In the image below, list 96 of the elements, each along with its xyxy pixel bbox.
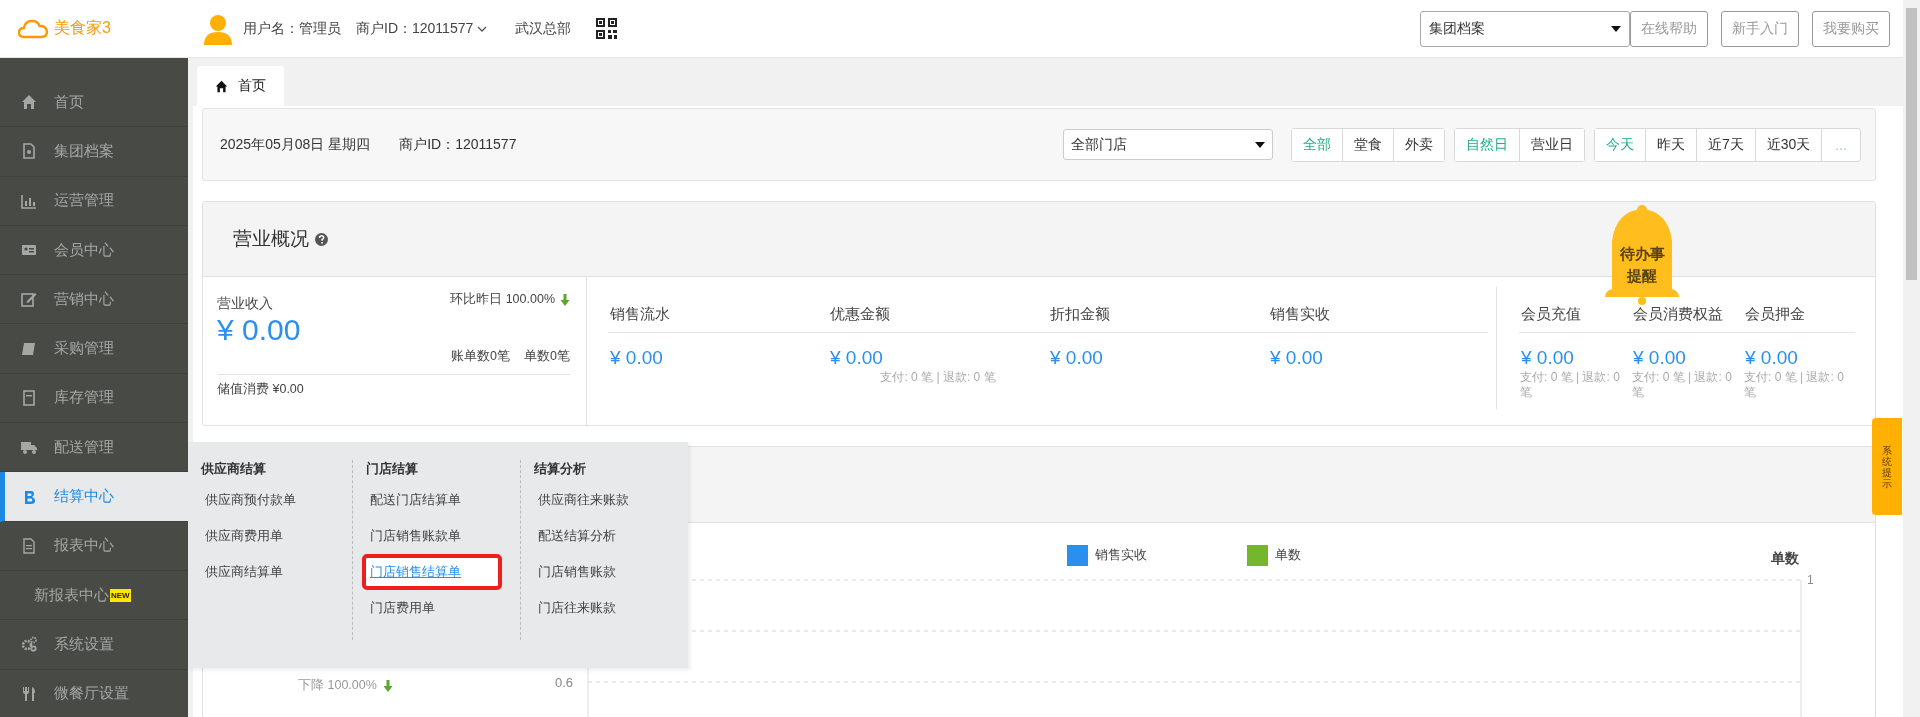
sidebar-label: 集团档案	[54, 141, 114, 161]
segment-option[interactable]: 营业日	[1518, 128, 1584, 161]
revenue-value: ¥ 0.00	[217, 313, 302, 347]
stored-value-text: 储值消费 ¥0.00	[217, 381, 305, 398]
menu-item[interactable]: 门店销售账款	[530, 554, 670, 590]
header-button[interactable]: 我要购买	[1812, 10, 1890, 47]
book-icon	[21, 340, 37, 357]
metric-label: 会员充值	[1521, 305, 1581, 324]
menu-item[interactable]: 供应商往来账款	[530, 482, 670, 518]
sidebar-label: 结算中心	[54, 487, 114, 506]
sidebar-label: 采购管理	[54, 339, 114, 359]
sidebar-label: 配送管理	[54, 437, 114, 457]
menu-heading: 结算分析	[534, 460, 587, 478]
merchant-id-dropdown[interactable]: 商户ID：12011577	[356, 19, 488, 38]
menu-item[interactable]: 门店销售结算单	[362, 554, 502, 590]
metric-note: 支付: 0 笔 | 退款: 0 笔	[1519, 370, 1621, 400]
metric-value: ¥ 0.00	[1520, 347, 1575, 369]
change-text: 下降 100.00%	[298, 677, 377, 694]
metric-label: 折扣金额	[1050, 305, 1110, 324]
document-icon	[21, 389, 37, 406]
metric-value: ¥ 0.00	[1049, 347, 1104, 369]
sidebar-label: 运营管理	[54, 191, 114, 211]
order-count: 单数0笔	[524, 348, 570, 365]
username-label: 用户名：管理员	[243, 19, 341, 38]
page-tab[interactable]: 首页	[197, 66, 284, 106]
store-select[interactable]: 全部门店	[1062, 129, 1273, 160]
header-button[interactable]: 在线帮助	[1630, 10, 1708, 47]
user-avatar-icon	[203, 12, 233, 45]
archive-select[interactable]: 集团档案	[1420, 10, 1630, 47]
metric-label: 优惠金额	[830, 305, 890, 324]
sidebar-label: 会员中心	[54, 240, 114, 260]
metric-value: ¥ 0.00	[609, 347, 664, 369]
edit-icon	[21, 291, 37, 308]
segment-option[interactable]: 外卖	[1392, 128, 1444, 161]
sidebar-label: 库存管理	[54, 388, 114, 408]
caret-down-icon	[1254, 141, 1265, 148]
metric-note: 支付: 0 笔 | 退款: 0 笔	[1743, 370, 1845, 400]
sidebar-label: 营销中心	[54, 289, 114, 309]
app-logo-text: 美食家3	[54, 18, 111, 38]
home-icon	[21, 94, 37, 111]
truck-icon	[21, 439, 37, 456]
sidebar-label: 报表中心	[54, 536, 114, 556]
sidebar-label: 系统设置	[54, 634, 114, 654]
new-badge: NEW	[110, 588, 131, 602]
menu-item[interactable]: 供应商结算单	[197, 554, 337, 590]
menu-item[interactable]: 供应商预付款单	[197, 482, 337, 518]
panel-title: 营业概况	[233, 227, 309, 251]
sidebar-label: 首页	[54, 92, 84, 112]
home-icon	[215, 79, 228, 93]
utensils-icon	[21, 685, 37, 702]
down-arrow-icon	[560, 293, 570, 306]
sidebar-label: 新报表中心	[33, 585, 109, 605]
bar-chart-icon	[21, 192, 37, 209]
axis-tick: 1	[1807, 573, 1814, 587]
metric-label: 会员押金	[1745, 305, 1805, 324]
bill-count: 账单数0笔	[451, 348, 511, 365]
caret-down-icon	[1611, 25, 1621, 32]
metric-note: 支付: 0 笔 | 退款: 0 笔	[879, 369, 997, 386]
metric-value: ¥ 0.00	[1269, 347, 1324, 369]
sidebar-label: 微餐厅设置	[54, 684, 129, 704]
revenue-label: 营业收入	[217, 295, 273, 313]
metric-note: 支付: 0 笔 | 退款: 0 笔	[1631, 370, 1733, 400]
merchant-id-label: 商户ID：12011577	[399, 135, 517, 154]
metric-label: 销售流水	[610, 305, 670, 324]
document-icon	[21, 143, 37, 160]
system-tip-tab[interactable]: 系统提示	[1872, 418, 1902, 515]
sidebar-item[interactable]: 结算中心	[0, 472, 188, 522]
menu-item[interactable]: 门店往来账款	[530, 590, 670, 626]
down-arrow-icon	[382, 679, 393, 692]
chevron-down-icon	[477, 24, 488, 33]
menu-item[interactable]: 门店销售账款单	[362, 518, 502, 554]
legend-label: 单数	[1275, 547, 1301, 564]
metric-value: ¥ 0.00	[1744, 347, 1799, 369]
metric-label: 销售实收	[1270, 305, 1330, 324]
header-button[interactable]: 新手入门	[1721, 10, 1799, 47]
store-name: 武汉总部	[515, 19, 572, 38]
gears-icon	[21, 636, 37, 653]
metric-value: ¥ 0.00	[829, 347, 884, 369]
legend-label: 销售实收	[1095, 547, 1147, 564]
axis-title: 单数	[1771, 550, 1799, 568]
date-label: 2025年05月08日 星期四	[220, 135, 371, 154]
menu-heading: 供应商结算	[201, 460, 267, 478]
document-icon	[21, 537, 37, 554]
menu-heading: 门店结算	[366, 460, 419, 478]
menu-item[interactable]: 供应商费用单	[197, 518, 337, 554]
menu-item[interactable]: 配送结算分析	[530, 518, 670, 554]
cloud-logo-icon	[18, 18, 48, 39]
help-icon[interactable]	[315, 232, 328, 246]
axis-tick: 0.6	[555, 675, 574, 690]
scrollbar[interactable]	[1903, 0, 1920, 717]
metric-label: 会员消费权益	[1633, 305, 1723, 324]
qr-code-icon[interactable]	[596, 18, 618, 39]
compare-text: 环比昨日 100.00%	[450, 291, 555, 308]
menu-item[interactable]: 配送门店结算单	[362, 482, 502, 518]
metric-value: ¥ 0.00	[1632, 347, 1687, 369]
menu-item[interactable]: 门店费用单	[362, 590, 502, 626]
